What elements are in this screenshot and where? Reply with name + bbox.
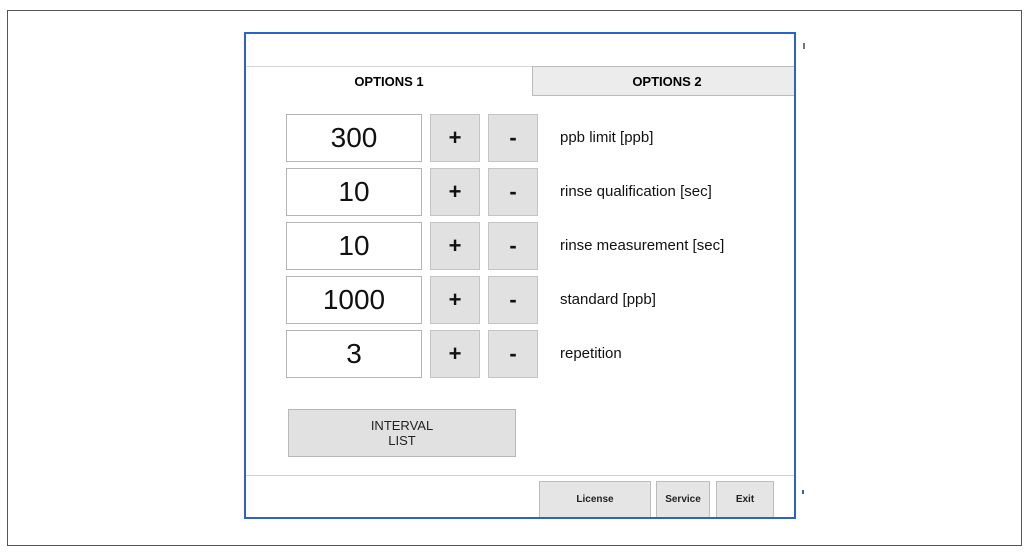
standard-label: standard [ppb] (560, 291, 656, 308)
rinse-measurement-label: rinse measurement [sec] (560, 237, 725, 254)
interval-list-label-line2: LIST (388, 433, 416, 448)
repetition-minus-button[interactable]: - (488, 330, 538, 378)
repetition-plus-button[interactable]: + (430, 330, 480, 378)
options-window: OPTIONS 1 OPTIONS 2 300 + - ppb limit [p… (244, 32, 796, 519)
standard-plus-button[interactable]: + (430, 276, 480, 324)
rinse-qualification-plus-button[interactable]: + (430, 168, 480, 216)
rinse-qualification-label: rinse qualification [sec] (560, 183, 712, 200)
edge-mark (802, 490, 804, 494)
rinse-qualification-minus-button[interactable]: - (488, 168, 538, 216)
ppb-limit-plus-button[interactable]: + (430, 114, 480, 162)
service-button[interactable]: Service (656, 481, 710, 517)
edge-mark (803, 43, 805, 49)
tab-options-1[interactable]: OPTIONS 1 (246, 66, 532, 96)
footer-divider (246, 475, 794, 476)
tab-options-2[interactable]: OPTIONS 2 (532, 66, 794, 96)
ppb-limit-label: ppb limit [ppb] (560, 129, 654, 146)
interval-list-button[interactable]: INTERVAL LIST (288, 409, 516, 457)
rinse-measurement-minus-button[interactable]: - (488, 222, 538, 270)
ppb-limit-minus-button[interactable]: - (488, 114, 538, 162)
interval-list-label-line1: INTERVAL (370, 418, 434, 433)
repetition-label: repetition (560, 345, 622, 362)
standard-value[interactable]: 1000 (286, 276, 422, 324)
license-button[interactable]: License (539, 481, 651, 517)
rinse-measurement-plus-button[interactable]: + (430, 222, 480, 270)
rinse-measurement-value[interactable]: 10 (286, 222, 422, 270)
exit-button[interactable]: Exit (716, 481, 774, 517)
ppb-limit-value[interactable]: 300 (286, 114, 422, 162)
standard-minus-button[interactable]: - (488, 276, 538, 324)
rinse-qualification-value[interactable]: 10 (286, 168, 422, 216)
repetition-value[interactable]: 3 (286, 330, 422, 378)
